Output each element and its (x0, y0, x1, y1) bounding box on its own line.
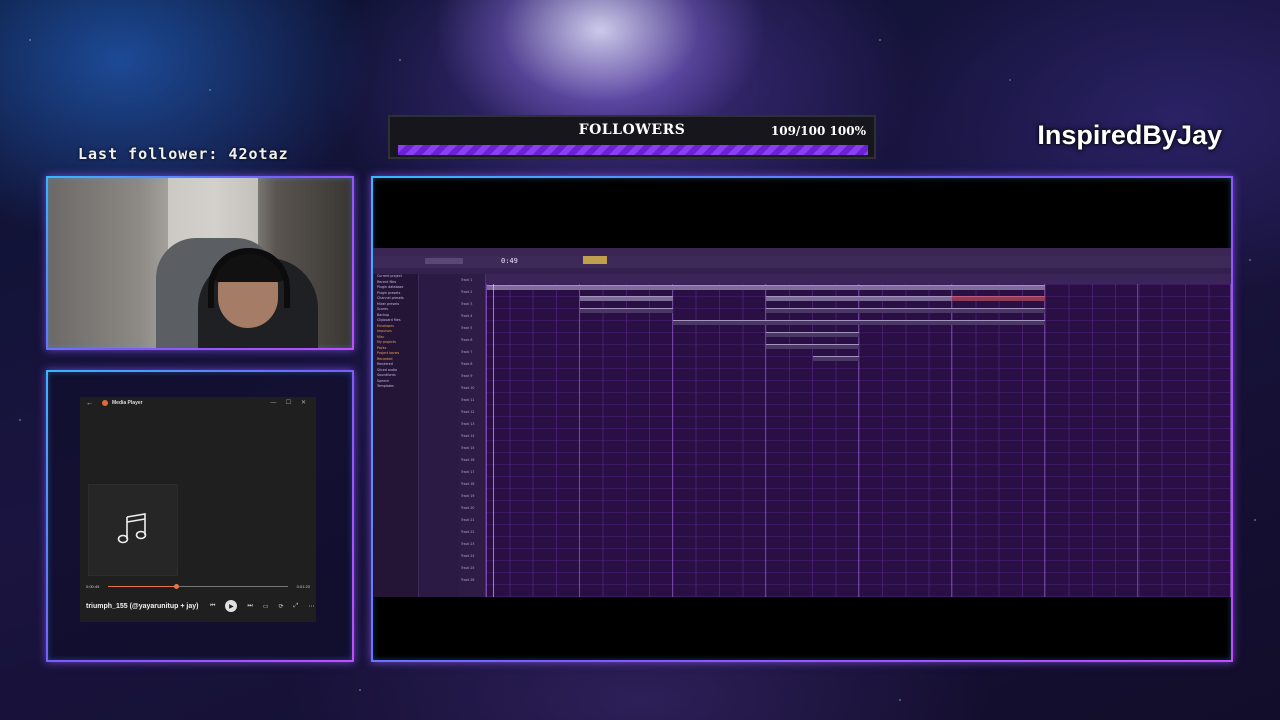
playlist-clip[interactable] (859, 285, 952, 290)
elapsed-time: 0:00:49 (86, 584, 100, 589)
playlist-clip[interactable] (580, 296, 673, 301)
track-label[interactable]: Track 1 (459, 274, 485, 286)
playlist-clip[interactable] (952, 320, 1045, 325)
song-position: 0:49 (501, 257, 518, 265)
track-label[interactable]: Track 7 (459, 346, 485, 358)
repeat-icon[interactable]: ⟳ (278, 603, 283, 610)
fullscreen-icon[interactable]: ⤢ (294, 603, 299, 610)
last-follower-label: Last follower: (78, 145, 219, 163)
playlist-clip[interactable] (859, 296, 952, 301)
track-label[interactable]: Track 14 (459, 430, 485, 442)
seek-bar-thumb[interactable] (174, 584, 180, 589)
playlist-clip[interactable] (580, 285, 673, 290)
track-label[interactable]: Track 3 (459, 298, 485, 310)
playhead (493, 284, 494, 597)
last-follower-alert: Last follower: 42otaz (78, 145, 289, 163)
playlist-clip[interactable] (673, 285, 766, 290)
track-label[interactable]: Track 23 (459, 538, 485, 550)
track-label[interactable]: Track 24 (459, 550, 485, 562)
track-label[interactable]: Track 26 (459, 574, 485, 586)
total-time: 0:01:20 (296, 584, 310, 589)
track-label[interactable]: Track 25 (459, 562, 485, 574)
seek-bar-fill (108, 586, 177, 587)
playlist-clip[interactable] (952, 308, 1045, 313)
goal-percent: 100% (829, 124, 866, 138)
media-player-logo-icon (102, 400, 108, 406)
playlist-clip[interactable] (813, 356, 859, 361)
album-art (88, 484, 178, 576)
file-browser[interactable]: Current project Recent files Plugin databa… (373, 274, 419, 597)
song-title: triumph_155 (@yayarunitup + jay) (86, 603, 199, 610)
webcam-frame (46, 176, 354, 350)
playlist-clip[interactable] (766, 320, 859, 325)
pattern-selector[interactable] (425, 258, 463, 264)
track-label[interactable]: Track 16 (459, 454, 485, 466)
daw-toolbar[interactable]: 0:49 (373, 256, 1231, 268)
last-follower-name: 42otaz (228, 145, 289, 163)
followers-goal-widget: FOLLOWERS 109/100 100% (388, 115, 876, 159)
window-controls[interactable]: — ☐ ✕ (270, 399, 310, 406)
goal-count-value: 109/100 (770, 124, 826, 138)
playlist-clip[interactable] (580, 308, 673, 313)
playlist-clip[interactable] (859, 308, 952, 313)
media-player-titlebar[interactable]: ← Media Player — ☐ ✕ (80, 397, 316, 411)
track-label[interactable]: Track 10 (459, 382, 485, 394)
track-headers[interactable]: Track 1 Track 2 Track 3 Track 4 Track 5 Track… (459, 274, 486, 597)
daw-window[interactable]: 0:49 Current project Recent files Plugin d… (373, 248, 1231, 597)
track-label[interactable]: Track 18 (459, 478, 485, 490)
playlist-clip[interactable] (766, 344, 859, 349)
playlist-clip[interactable] (952, 285, 1045, 290)
track-label[interactable]: Track 11 (459, 394, 485, 406)
miniplayer-icon[interactable]: ▭ (263, 603, 269, 610)
track-label[interactable]: Track 15 (459, 442, 485, 454)
goal-progress-fill (398, 145, 868, 155)
seek-bar[interactable] (108, 584, 288, 589)
waveform-monitor (583, 256, 607, 264)
previous-icon[interactable]: ⏮ (210, 603, 215, 610)
track-label[interactable]: Track 2 (459, 286, 485, 298)
playback-controls: ⏮ ▶ ⏭ ▭ ⟳ ⤢ ⋯ (210, 600, 314, 612)
track-label[interactable]: Track 12 (459, 406, 485, 418)
playlist-clip[interactable] (766, 296, 859, 301)
track-label[interactable]: Track 19 (459, 490, 485, 502)
daw-menubar[interactable] (373, 248, 1231, 256)
track-label[interactable]: Track 22 (459, 526, 485, 538)
playlist-clip[interactable] (673, 320, 766, 325)
back-arrow-icon[interactable]: ← (86, 400, 93, 407)
media-player-app-name: Media Player (112, 400, 143, 406)
channel-name: InspiredByJay (1037, 120, 1222, 150)
track-label[interactable]: Track 5 (459, 322, 485, 334)
goal-count: 109/100 100% (771, 124, 866, 138)
playlist-clip[interactable] (766, 332, 859, 337)
track-label[interactable]: Track 4 (459, 310, 485, 322)
music-note-icon (117, 513, 147, 544)
play-icon[interactable]: ▶ (225, 600, 238, 612)
more-icon[interactable]: ⋯ (308, 603, 314, 610)
track-label[interactable]: Track 13 (459, 418, 485, 430)
track-label[interactable]: Track 17 (459, 466, 485, 478)
browser-item[interactable]: Templates (373, 384, 418, 390)
playlist-clip[interactable] (859, 320, 952, 325)
track-label[interactable]: Track 6 (459, 334, 485, 346)
track-label[interactable]: Track 9 (459, 370, 485, 382)
timeline-ruler[interactable] (486, 274, 1231, 284)
playlist-clip[interactable] (766, 308, 859, 313)
pattern-list[interactable] (419, 274, 459, 597)
track-label[interactable]: Track 8 (459, 358, 485, 370)
playlist-clip[interactable] (766, 285, 859, 290)
playlist-clip[interactable] (952, 296, 1045, 301)
goal-progress-track (398, 145, 868, 155)
track-label[interactable]: Track 20 (459, 502, 485, 514)
playlist-clip[interactable] (487, 285, 580, 290)
media-player-window[interactable]: ← Media Player — ☐ ✕ 0:00:49 0:01:20 tri… (80, 397, 316, 622)
next-icon[interactable]: ⏭ (247, 603, 252, 610)
track-label[interactable]: Track 21 (459, 514, 485, 526)
